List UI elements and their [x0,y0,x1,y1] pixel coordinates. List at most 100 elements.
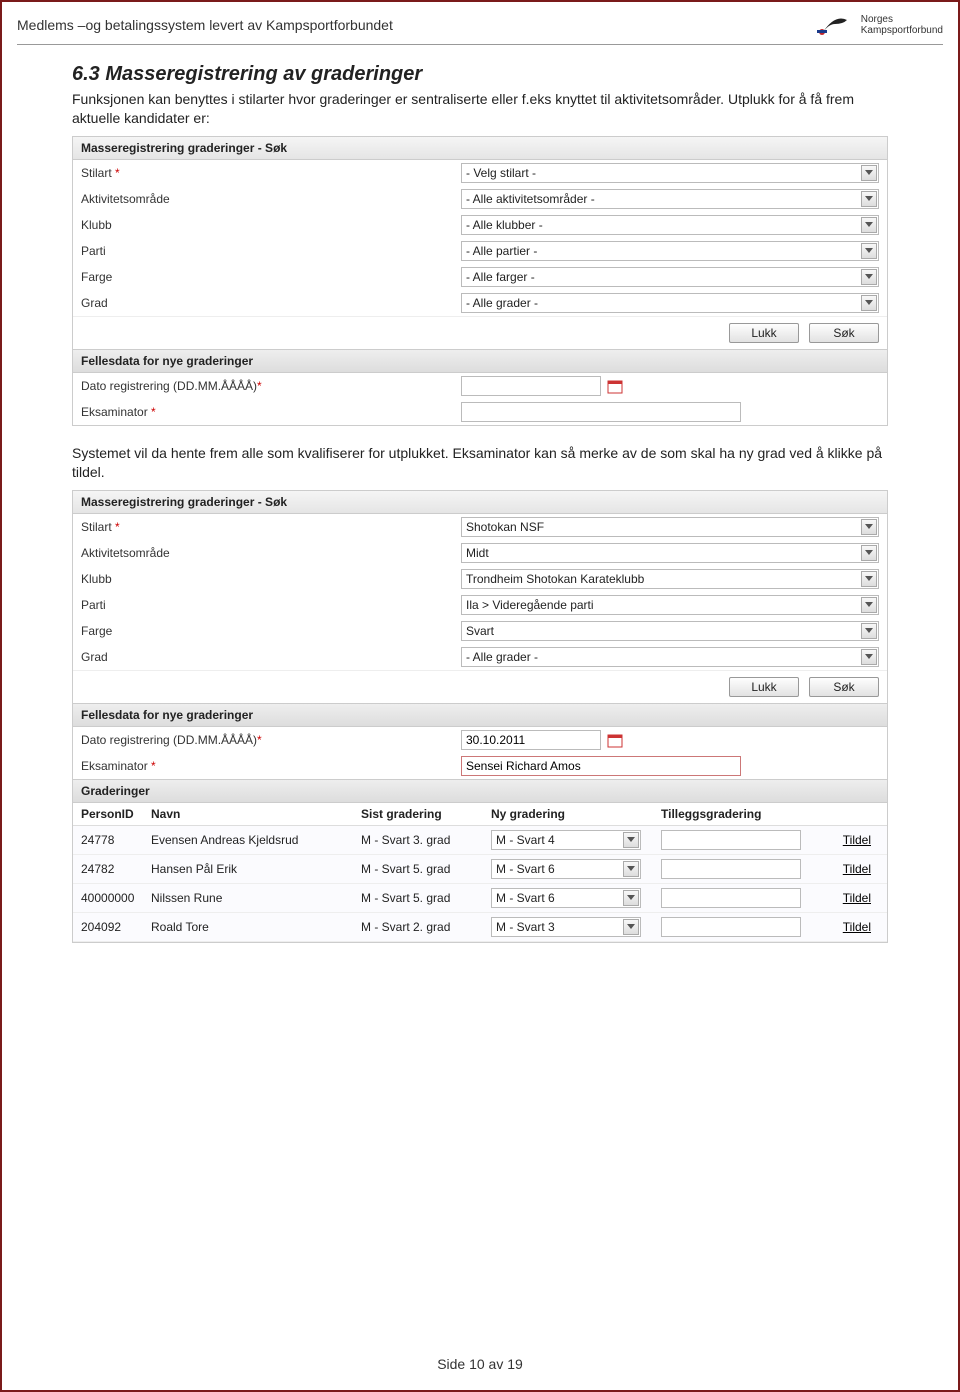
grad-label: Grad [81,296,461,310]
grad-select[interactable]: - Alle grader - [461,293,879,313]
farge-select[interactable]: Svart [461,621,879,641]
ny-gradering-select[interactable]: M - Svart 3 [491,917,641,937]
chevron-down-icon [861,243,877,259]
chevron-down-icon [861,165,877,181]
calendar-icon[interactable] [607,732,623,748]
chevron-down-icon [623,832,639,848]
cell-sist: M - Svart 3. grad [361,833,491,847]
search-panel-empty: Masseregistrering graderinger - Søk Stil… [72,136,888,426]
cell-sist: M - Svart 5. grad [361,862,491,876]
table-row: 24782 Hansen Pål Erik M - Svart 5. grad … [73,855,887,884]
page-footer: Side 10 av 19 [2,1356,958,1372]
col-till: Tilleggsgradering [661,807,811,821]
page-header: Medlems –og betalingssystem levert av Ka… [17,12,943,45]
chevron-down-icon [623,890,639,906]
cell-name: Evensen Andreas Kjeldsrud [151,833,361,847]
dato-input[interactable] [461,730,601,750]
chevron-down-icon [861,623,877,639]
tillegg-input[interactable] [661,830,801,850]
klubb-label: Klubb [81,572,461,586]
panel2-title: Masseregistrering graderinger - Søk [73,491,887,514]
tildel-link[interactable]: Tildel [843,920,871,934]
stilart-select[interactable]: Shotokan NSF [461,517,879,537]
cell-sist: M - Svart 5. grad [361,891,491,905]
intro-paragraph-2: Systemet vil da hente frem alle som kval… [72,444,888,482]
parti-label: Parti [81,598,461,612]
dato-label: Dato registrering (DD.MM.ÅÅÅÅ) [81,379,257,393]
aktivitet-select[interactable]: Midt [461,543,879,563]
chevron-down-icon [861,597,877,613]
chevron-down-icon [861,191,877,207]
grad-select[interactable]: - Alle grader - [461,647,879,667]
calendar-icon[interactable] [607,378,623,394]
aktivitet-label: Aktivitetsområde [81,546,461,560]
cell-name: Nilssen Rune [151,891,361,905]
cell-name: Roald Tore [151,920,361,934]
lukk-button[interactable]: Lukk [729,677,799,697]
ny-gradering-select[interactable]: M - Svart 4 [491,830,641,850]
farge-select[interactable]: - Alle farger - [461,267,879,287]
logo-text-2: Kampsportforbund [861,25,943,36]
chevron-down-icon [861,269,877,285]
lukk-button[interactable]: Lukk [729,323,799,343]
cell-pid: 24782 [81,862,151,876]
chevron-down-icon [861,217,877,233]
logo-text-1: Norges [861,14,943,25]
parti-select[interactable]: - Alle partier - [461,241,879,261]
cell-pid: 24778 [81,833,151,847]
cell-pid: 40000000 [81,891,151,905]
header-title: Medlems –og betalingssystem levert av Ka… [17,17,393,33]
chevron-down-icon [623,919,639,935]
col-ny: Ny gradering [491,807,661,821]
chevron-down-icon [861,545,877,561]
eksaminator-input[interactable] [461,756,741,776]
aktivitet-select[interactable]: - Alle aktivitetsområder - [461,189,879,209]
eksaminator-label: Eksaminator [81,405,148,419]
cell-sist: M - Svart 2. grad [361,920,491,934]
table-row: 204092 Roald Tore M - Svart 2. grad M - … [73,913,887,942]
stilart-select[interactable]: - Velg stilart - [461,163,879,183]
chevron-down-icon [861,519,877,535]
ny-gradering-select[interactable]: M - Svart 6 [491,888,641,908]
col-sist: Sist gradering [361,807,491,821]
dato-label: Dato registrering (DD.MM.ÅÅÅÅ) [81,733,257,747]
aktivitet-label: Aktivitetsområde [81,192,461,206]
panel1-subtitle: Fellesdata for nye graderinger [73,349,887,373]
tildel-link[interactable]: Tildel [843,833,871,847]
sok-button[interactable]: Søk [809,677,879,697]
tildel-link[interactable]: Tildel [843,862,871,876]
dato-input[interactable] [461,376,601,396]
search-panel-filled: Masseregistrering graderinger - Søk Stil… [72,490,888,943]
col-navn: Navn [151,807,361,821]
parti-select[interactable]: Ila > Videregående parti [461,595,879,615]
farge-label: Farge [81,270,461,284]
eksaminator-input[interactable] [461,402,741,422]
tillegg-input[interactable] [661,917,801,937]
chevron-down-icon [861,295,877,311]
klubb-label: Klubb [81,218,461,232]
klubb-select[interactable]: - Alle klubber - [461,215,879,235]
chevron-down-icon [861,571,877,587]
cell-pid: 204092 [81,920,151,934]
grad-label: Grad [81,650,461,664]
klubb-select[interactable]: Trondheim Shotokan Karateklubb [461,569,879,589]
chevron-down-icon [623,861,639,877]
table-row: 24778 Evensen Andreas Kjeldsrud M - Svar… [73,826,887,855]
tillegg-input[interactable] [661,888,801,908]
graderinger-title: Graderinger [73,779,887,803]
stilart-label: Stilart [81,166,112,180]
stilart-label: Stilart [81,520,112,534]
table-row: 40000000 Nilssen Rune M - Svart 5. grad … [73,884,887,913]
eksaminator-label: Eksaminator [81,759,148,773]
chevron-down-icon [861,649,877,665]
tillegg-input[interactable] [661,859,801,879]
panel2-subtitle: Fellesdata for nye graderinger [73,703,887,727]
ny-gradering-select[interactable]: M - Svart 6 [491,859,641,879]
sok-button[interactable]: Søk [809,323,879,343]
farge-label: Farge [81,624,461,638]
parti-label: Parti [81,244,461,258]
tildel-link[interactable]: Tildel [843,891,871,905]
col-personid: PersonID [81,807,151,821]
logo: Norges Kampsportforbund [815,12,943,38]
section-heading: 6.3 Masseregistrering av graderinger [72,63,888,86]
